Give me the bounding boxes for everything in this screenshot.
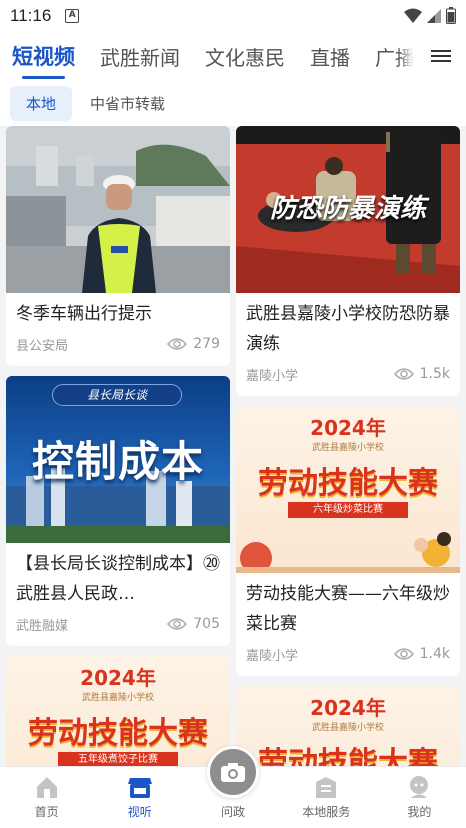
nav-home[interactable]: 首页 bbox=[0, 767, 93, 828]
thumb-subtitle: 五年级煮饺子比赛 bbox=[58, 752, 178, 766]
police-officer-thumbnail bbox=[6, 126, 230, 293]
tab-wusheng-news[interactable]: 武胜新闻 bbox=[100, 42, 180, 71]
nav-label: 首页 bbox=[34, 805, 59, 819]
view-count: 279 bbox=[167, 336, 220, 352]
view-count: 1.4k bbox=[393, 646, 450, 662]
nav-video[interactable]: 视听 bbox=[93, 767, 186, 828]
video-card[interactable]: 2024年 武胜县嘉陵小学校 劳动技能大赛 六年级炒菜比赛 劳动技能大赛——六年… bbox=[236, 406, 460, 676]
thumb-year: 2024年 bbox=[310, 416, 386, 440]
thumb-subtitle: 六年级炒菜比赛 bbox=[288, 502, 408, 518]
thumb-caption: 劳动技能大赛 bbox=[258, 746, 438, 766]
video-meta: 嘉陵小学 1.4k bbox=[236, 639, 460, 669]
nav-profile[interactable]: 我的 bbox=[373, 767, 466, 828]
video-card[interactable]: 2024年 武胜县嘉陵小学校 劳动技能大赛 五年级煮饺子比赛 bbox=[6, 656, 230, 766]
thumb-school: 武胜县嘉陵小学校 bbox=[311, 443, 384, 453]
nav-label: 我的 bbox=[407, 805, 432, 819]
camera-icon bbox=[221, 763, 245, 782]
status-time: 11:16 bbox=[10, 6, 52, 25]
thumb-year: 2024年 bbox=[80, 666, 156, 690]
wifi-icon bbox=[404, 8, 422, 23]
signal-icon bbox=[427, 8, 441, 23]
eye-icon bbox=[167, 338, 188, 350]
video-thumbnail: 2024年 武胜县嘉陵小学校 劳动技能大赛 五年级煮饺子比赛 bbox=[6, 656, 230, 766]
thumb-caption: 防恐防暴演练 bbox=[269, 194, 426, 224]
thumb-school: 武胜县嘉陵小学校 bbox=[81, 693, 154, 703]
notification-a-icon: A bbox=[65, 9, 80, 23]
video-title: 冬季车辆出行提示 bbox=[16, 304, 152, 324]
video-source: 嘉陵小学 bbox=[246, 368, 299, 384]
video-source: 县公安局 bbox=[16, 338, 69, 354]
sub-tabs: 本地 中省市转载 bbox=[0, 80, 466, 126]
app-screen: 11:16 A 短视频 武胜新闻 文化惠民 直播 广播电 本地 中省市转载 冬季… bbox=[0, 0, 466, 828]
thumb-caption: 劳动技能大赛 bbox=[258, 466, 438, 501]
video-store-icon bbox=[127, 778, 152, 798]
video-source: 嘉陵小学 bbox=[246, 648, 299, 664]
nav-label: 视听 bbox=[127, 805, 152, 819]
hamburger-icon bbox=[431, 47, 451, 65]
video-meta: 嘉陵小学 1.5k bbox=[236, 359, 460, 389]
home-icon bbox=[36, 777, 57, 798]
view-count: 1.5k bbox=[393, 366, 450, 382]
thumb-badge: 县长局长谈 bbox=[52, 384, 182, 406]
tab-culture[interactable]: 文化惠民 bbox=[205, 42, 285, 71]
eye-icon bbox=[167, 618, 188, 630]
video-thumbnail bbox=[6, 126, 230, 293]
tab-live[interactable]: 直播 bbox=[310, 42, 350, 71]
video-source: 武胜融媒 bbox=[16, 618, 69, 634]
video-feed: 冬季车辆出行提示 县公安局 279 防恐防暴演练 武胜县嘉陵小学校防恐防暴演练 … bbox=[0, 126, 466, 766]
nav-label: 问政 bbox=[221, 805, 246, 819]
view-count-value: 705 bbox=[193, 616, 220, 632]
video-thumbnail: 2024年 武胜县嘉陵小学校 劳动技能大赛 bbox=[236, 686, 460, 766]
thumb-caption: 控制成本 bbox=[31, 437, 204, 486]
battery-icon bbox=[446, 7, 456, 24]
video-card[interactable]: 冬季车辆出行提示 县公安局 279 bbox=[6, 126, 230, 366]
service-icon bbox=[316, 777, 337, 798]
video-card[interactable]: 防恐防暴演练 武胜县嘉陵小学校防恐防暴演练 嘉陵小学 1.5k bbox=[236, 126, 460, 396]
subtab-local[interactable]: 本地 bbox=[10, 85, 73, 121]
video-thumbnail: 县长局长谈 控制成本 bbox=[6, 376, 230, 543]
nav-label: 本地服务 bbox=[302, 805, 351, 819]
channel-tabs: 短视频 武胜新闻 文化惠民 直播 广播电 bbox=[0, 32, 466, 80]
view-count: 705 bbox=[167, 616, 220, 632]
video-meta: 县公安局 279 bbox=[6, 329, 230, 359]
video-card[interactable]: 县长局长谈 控制成本 【县长局长谈控制成本】⑳武胜县人民政… 武胜融媒 705 bbox=[6, 376, 230, 646]
video-thumbnail: 防恐防暴演练 bbox=[236, 126, 460, 293]
camera-button[interactable] bbox=[207, 746, 259, 798]
menu-button[interactable] bbox=[416, 32, 466, 80]
nav-local-service[interactable]: 本地服务 bbox=[280, 767, 373, 828]
eye-icon bbox=[393, 368, 414, 380]
kids-illustration bbox=[236, 532, 460, 573]
video-thumbnail: 2024年 武胜县嘉陵小学校 劳动技能大赛 六年级炒菜比赛 bbox=[236, 406, 460, 573]
tab-short-video[interactable]: 短视频 bbox=[12, 41, 75, 79]
profile-icon bbox=[410, 776, 429, 798]
view-count-value: 1.5k bbox=[419, 366, 450, 382]
video-title: 【县长局长谈控制成本】⑳武胜县人民政… bbox=[16, 554, 220, 604]
thumb-year: 2024年 bbox=[310, 696, 386, 720]
video-meta: 武胜融媒 705 bbox=[6, 609, 230, 639]
subtab-reprint[interactable]: 中省市转载 bbox=[74, 86, 181, 121]
thumb-caption: 劳动技能大赛 bbox=[28, 716, 208, 751]
eye-icon bbox=[393, 648, 414, 660]
view-count-value: 279 bbox=[193, 336, 220, 352]
status-bar: 11:16 A bbox=[0, 0, 466, 32]
view-count-value: 1.4k bbox=[419, 646, 450, 662]
thumb-school: 武胜县嘉陵小学校 bbox=[311, 723, 384, 733]
video-card[interactable]: 2024年 武胜县嘉陵小学校 劳动技能大赛 bbox=[236, 686, 460, 766]
video-title: 武胜县嘉陵小学校防恐防暴演练 bbox=[246, 304, 450, 354]
status-icons bbox=[404, 7, 456, 24]
video-title: 劳动技能大赛——六年级炒菜比赛 bbox=[246, 584, 450, 634]
